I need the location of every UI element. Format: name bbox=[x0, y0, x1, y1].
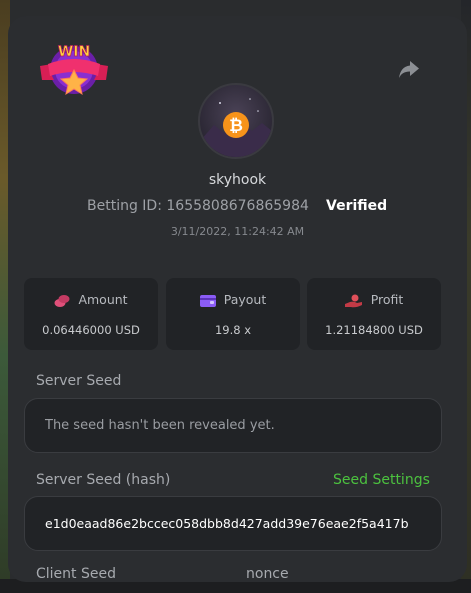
server-seed-hash-field[interactable]: e1d0eaad86e2bccec058dbb8d427add39e76eae2… bbox=[24, 496, 442, 551]
nonce-label: nonce bbox=[246, 566, 289, 582]
stat-profit-value: 1.21184800 USD bbox=[325, 323, 423, 337]
server-seed-field[interactable]: The seed hasn't been revealed yet. bbox=[24, 398, 442, 453]
bet-timestamp: 3/11/2022, 11:24:42 AM bbox=[170, 225, 305, 238]
bet-details-modal: WIN ₿ skyhook Betting ID: 16558086768659… bbox=[8, 16, 467, 582]
coins-icon bbox=[54, 294, 70, 307]
verified-label: Verified bbox=[326, 198, 388, 214]
server-seed-hash-value: e1d0eaad86e2bccec058dbb8d427add39e76eae2… bbox=[45, 516, 409, 531]
stat-amount-value: 0.06446000 USD bbox=[42, 323, 140, 337]
stat-profit: Profit 1.21184800 USD bbox=[307, 278, 441, 350]
svg-text:₿: ₿ bbox=[229, 116, 243, 136]
client-seed-label: Client Seed bbox=[36, 566, 116, 582]
stat-profit-label: Profit bbox=[370, 292, 404, 307]
stat-amount: Amount 0.06446000 USD bbox=[24, 278, 158, 350]
stat-payout-label: Payout bbox=[223, 292, 267, 307]
server-seed-hash-label: Server Seed (hash) bbox=[36, 472, 171, 488]
betting-id: Betting ID: 1655808676865984 bbox=[87, 198, 309, 214]
seed-settings-link[interactable]: Seed Settings bbox=[333, 472, 430, 488]
betting-id-label: Betting ID: bbox=[87, 198, 162, 214]
stat-payout: Payout 19.8 x bbox=[166, 278, 300, 350]
hand-coin-icon bbox=[344, 294, 362, 307]
wallet-icon bbox=[199, 294, 216, 307]
username: skyhook bbox=[208, 172, 267, 188]
stat-payout-value: 19.8 x bbox=[214, 323, 252, 337]
share-icon[interactable] bbox=[398, 58, 420, 80]
win-badge-icon: WIN bbox=[40, 44, 108, 96]
bitcoin-icon: ₿ bbox=[200, 98, 272, 157]
win-badge-text: WIN bbox=[58, 44, 90, 60]
betting-id-value: 1655808676865984 bbox=[166, 198, 309, 214]
server-seed-value: The seed hasn't been revealed yet. bbox=[45, 418, 275, 433]
avatar: ₿ bbox=[198, 83, 274, 159]
stat-amount-label: Amount bbox=[78, 292, 128, 307]
server-seed-label: Server Seed bbox=[36, 373, 122, 389]
